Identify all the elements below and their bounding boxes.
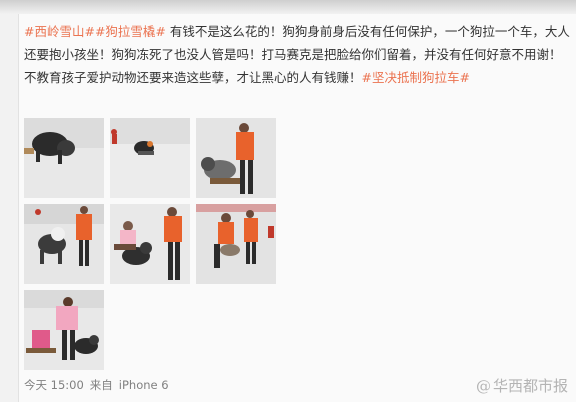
photo-thumbnail[interactable]: [110, 118, 190, 198]
page-top-fade: [0, 0, 576, 14]
photo-grid: [24, 118, 284, 378]
watermark-at-symbol: @: [475, 376, 491, 395]
hashtag-xiling-snow-mountain[interactable]: #西岭雪山#: [24, 24, 95, 39]
hashtag-boycott-dog-cart[interactable]: #坚决抵制狗拉车#: [362, 70, 470, 85]
watermark-text: 华西都市报: [492, 377, 568, 395]
photo-thumbnail[interactable]: [196, 118, 276, 198]
photo-thumbnail[interactable]: [24, 290, 104, 370]
post-source-prefix: 来自: [89, 378, 113, 392]
post-text: #西岭雪山##狗拉雪橇# 有钱不是这么花的！狗狗身前身后没有任何保护，一个狗拉一…: [24, 20, 572, 89]
source-watermark: @ 华西都市报: [476, 375, 568, 396]
post-meta: 今天 15:00 来自 iPhone 6: [24, 377, 169, 393]
photo-thumbnail[interactable]: [24, 118, 104, 198]
photo-thumbnail[interactable]: [110, 204, 190, 284]
post-time[interactable]: 今天 15:00: [24, 378, 84, 392]
photo-thumbnail[interactable]: [24, 204, 104, 284]
hashtag-dog-sled[interactable]: #狗拉雪橇#: [95, 24, 166, 39]
post-source-device[interactable]: iPhone 6: [119, 378, 169, 392]
photo-thumbnail[interactable]: [196, 204, 276, 284]
weibo-post-card: #西岭雪山##狗拉雪橇# 有钱不是这么花的！狗狗身前身后没有任何保护，一个狗拉一…: [18, 14, 576, 402]
